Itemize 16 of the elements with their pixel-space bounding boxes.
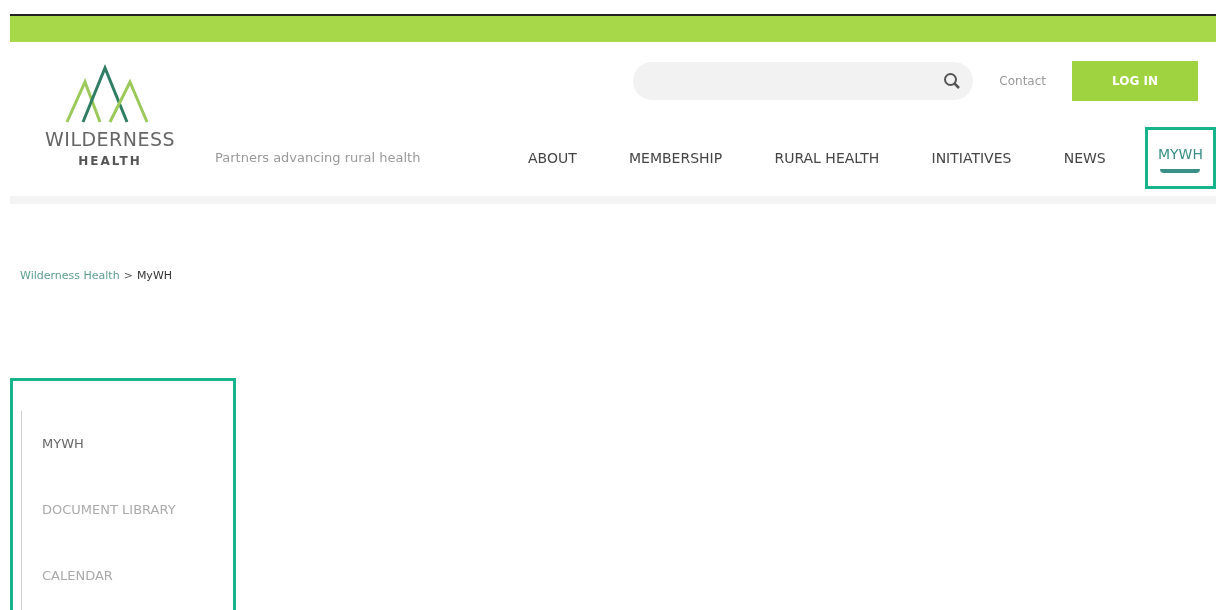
nav-link[interactable]: MYWH [1144, 127, 1216, 189]
logo-wordmark: WILDERNESS [45, 130, 175, 149]
search-field[interactable] [633, 62, 974, 100]
sidebar-item[interactable]: MYWH [22, 410, 233, 477]
breadcrumb-separator: > [123, 268, 133, 284]
nav-link[interactable]: MEMBERSHIP [616, 127, 736, 189]
tagline: Partners advancing rural health [214, 149, 422, 168]
nav-link[interactable]: RURAL HEALTH [761, 127, 893, 189]
search-icon [943, 72, 962, 90]
nav-link[interactable]: NEWS [1050, 127, 1119, 189]
nav-link[interactable]: INITIATIVES [918, 127, 1025, 189]
breadcrumb-current: MyWH [136, 268, 173, 284]
nav-link[interactable]: ABOUT [515, 127, 590, 189]
breadcrumb-link[interactable]: Wilderness Health [20, 268, 120, 285]
logo-subtitle: HEALTH [78, 153, 142, 170]
underline-chevron-icon [1160, 168, 1201, 173]
